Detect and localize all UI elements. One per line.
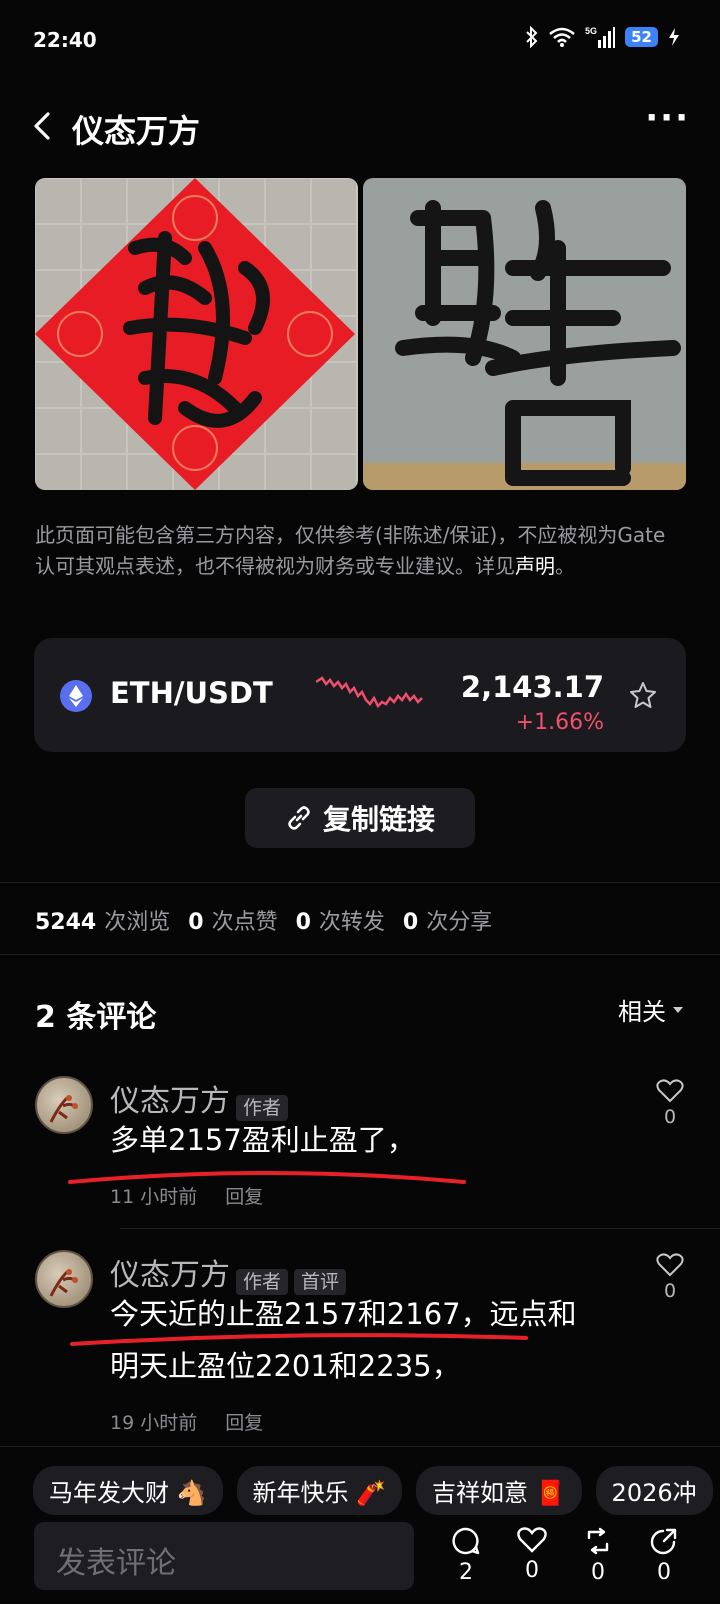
tag-item[interactable]: 吉祥如意 🧧: [416, 1466, 582, 1515]
reply-button[interactable]: 回复: [225, 1186, 263, 1208]
bluetooth-icon: [526, 26, 538, 48]
page-title: 仪态万方: [72, 112, 201, 150]
like-action[interactable]: 0: [512, 1526, 552, 1583]
comment-text-line1: 今天近的止盈2157和2167，远点和: [110, 1297, 577, 1331]
share-icon: [650, 1528, 677, 1555]
comment-like-count: 0: [663, 1280, 677, 1302]
favorite-star-icon[interactable]: [628, 680, 658, 710]
tag-item[interactable]: 新年快乐 🧨: [236, 1466, 403, 1515]
link-icon: [288, 806, 310, 830]
disclaimer-text: 此页面可能包含第三方内容，仅供参考(非陈述/保证)，不应被视为Gate认可其观点…: [35, 523, 666, 578]
comment-input[interactable]: 发表评论: [34, 1522, 414, 1590]
battery-level: 52: [625, 27, 658, 47]
ticker-price: 2,143.17: [460, 670, 604, 704]
like-action-count: 0: [525, 1558, 539, 1583]
comment-meta: 11 小时前 回复: [110, 1182, 263, 1209]
comment-like-button[interactable]: 0: [656, 1078, 684, 1128]
divider: [120, 1228, 720, 1229]
sort-label: 相关: [618, 998, 666, 1026]
more-options-icon[interactable]: ···: [645, 101, 690, 135]
share-action-count: 0: [657, 1560, 671, 1585]
shares-count: 0: [402, 910, 419, 935]
divider: [0, 882, 720, 883]
copy-link-label: 复制链接: [322, 803, 435, 836]
ticker-change: +1.66%: [515, 710, 604, 735]
comment-text-line2: 明天止盈位2201和2235，: [110, 1349, 461, 1383]
repost-action[interactable]: 0: [578, 1526, 618, 1585]
likes-count: 0: [188, 910, 204, 935]
comment-input-placeholder: 发表评论: [56, 1546, 176, 1581]
tag-item[interactable]: 马年发大财 🐴: [33, 1466, 223, 1515]
ticker-pair: ETH/USDT: [110, 676, 273, 710]
comment-meta: 19 小时前 回复: [110, 1408, 263, 1435]
heart-icon: [517, 1527, 547, 1553]
heart-icon: [656, 1079, 684, 1103]
avatar[interactable]: [35, 1076, 93, 1134]
status-icons: 5G 52: [525, 26, 680, 48]
caret-down-icon: [673, 1006, 683, 1013]
charging-icon: [669, 28, 679, 46]
reply-button[interactable]: 回复: [225, 1412, 263, 1434]
comment-time: 11 小时前: [110, 1186, 198, 1208]
comments-action-count: 2: [459, 1560, 473, 1585]
comment-like-count: 0: [663, 1106, 677, 1128]
price-sparkline: [316, 676, 423, 709]
divider: [0, 1446, 720, 1447]
status-time: 22:40: [33, 28, 97, 52]
post-stats: 5244 次浏览 0 次点赞 0 次转发 0 次分享: [35, 910, 493, 935]
post-image-red-couplet[interactable]: [35, 178, 358, 490]
comment-time: 19 小时前: [110, 1412, 198, 1434]
eth-icon: [60, 680, 92, 712]
avatar[interactable]: [35, 1250, 93, 1308]
reposts-count: 0: [295, 910, 311, 935]
comments-title: 2 条评论: [35, 1000, 157, 1035]
copy-link-button[interactable]: 复制链接: [245, 788, 475, 848]
views-count: 5244: [35, 910, 97, 935]
svg-text:5G: 5G: [585, 26, 597, 36]
repost-action-count: 0: [591, 1560, 605, 1585]
comment-bubble-icon: [452, 1527, 480, 1555]
ticker-card[interactable]: ETH/USDT 2,143.17 +1.66%: [34, 638, 686, 752]
divider: [0, 954, 720, 955]
sort-dropdown[interactable]: 相关: [618, 992, 684, 1027]
signal-icon: 5G: [585, 26, 616, 48]
heart-icon: [656, 1253, 684, 1277]
share-action[interactable]: 0: [644, 1526, 684, 1585]
comment-like-button[interactable]: 0: [656, 1252, 684, 1302]
repost-icon: [587, 1527, 609, 1555]
wifi-icon: [549, 27, 575, 47]
back-arrow-icon[interactable]: [30, 108, 54, 144]
tag-item[interactable]: 2026冲: [595, 1466, 713, 1515]
post-image-calligraphy[interactable]: [363, 178, 686, 490]
disclaimer-link[interactable]: 声明: [515, 554, 555, 578]
comment-text: 多单2157盈利止盈了，: [110, 1123, 416, 1157]
topic-tags: 马年发大财 🐴 新年快乐 🧨 吉祥如意 🧧 2026冲: [33, 1466, 713, 1515]
comments-action[interactable]: 2: [446, 1526, 486, 1585]
